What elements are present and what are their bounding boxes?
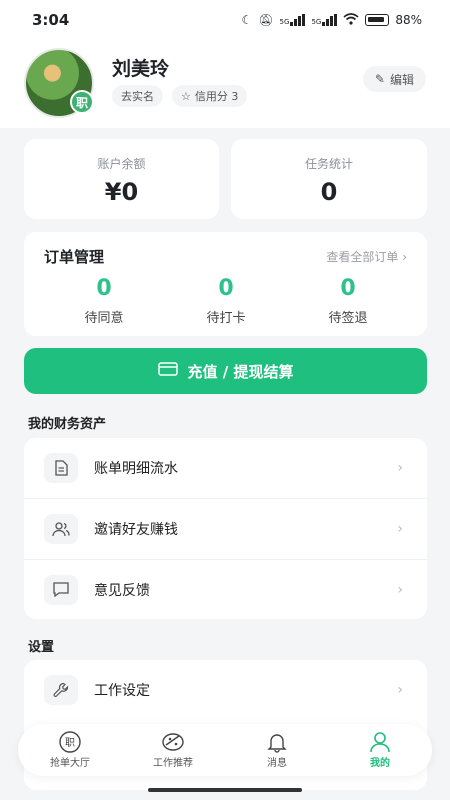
chevron-right-icon: › — [397, 460, 403, 476]
edit-label: 编辑 — [389, 72, 414, 87]
signal-icon: 5G — [280, 14, 306, 26]
order-status-pending-approval[interactable]: 0 待同意 — [44, 276, 164, 326]
signal-icon: 5G — [311, 14, 338, 26]
chevron-right-icon: › — [397, 581, 403, 598]
balance-label: 账户余额 — [97, 157, 146, 171]
menu-item-label: 账单明细流水 — [94, 461, 178, 477]
settings-section-title: 设置 — [28, 640, 55, 655]
tab-label: 消息 — [267, 758, 287, 769]
pencil-icon: ✎ — [374, 72, 385, 86]
status-icons: ☾ 🔕︎ 5G 5G 88% — [241, 12, 422, 28]
credit-score-tag: ☆ 信用分 3 — [172, 85, 248, 107]
chevron-right-icon: › — [397, 682, 403, 698]
tab-job-recommend[interactable]: 工作推荐 — [133, 730, 213, 769]
recharge-withdraw-button[interactable]: 充值 / 提现结算 — [24, 348, 427, 394]
bell-icon — [237, 730, 317, 754]
home-indicator[interactable] — [148, 788, 302, 792]
order-status-label: 待打卡 — [206, 311, 246, 326]
tasks-label: 任务统计 — [304, 157, 353, 171]
menu-item-label: 意见反馈 — [94, 582, 150, 599]
recharge-label: 充值 / 提现结算 — [187, 362, 294, 381]
job-icon: 职 — [30, 730, 110, 754]
tab-messages[interactable]: 消息 — [237, 730, 317, 769]
view-all-orders-label: 查看全部订单 — [326, 250, 399, 264]
user-icon — [340, 730, 420, 754]
star-icon: ☆ — [181, 89, 191, 103]
status-bar: 3:04 ☾ 🔕︎ 5G 5G 88% — [0, 0, 450, 40]
moon-icon: ☾ — [241, 13, 253, 27]
card-icon — [157, 362, 178, 380]
edit-button[interactable]: ✎ 编辑 — [362, 66, 426, 92]
battery-level: 88% — [395, 13, 422, 27]
finance-section-title: 我的财务资产 — [28, 417, 107, 432]
order-status-label: 待同意 — [84, 311, 124, 326]
order-status-pending-checkout[interactable]: 0 待签退 — [288, 276, 408, 326]
tasks-value: 0 — [320, 178, 338, 206]
tab-label: 我的 — [370, 758, 390, 769]
bottom-tab-bar: 职 抢单大厅 工作推荐 消息 我的 — [18, 724, 432, 776]
menu-item-feedback[interactable]: 意见反馈 › — [24, 559, 427, 619]
battery-icon — [365, 14, 390, 26]
chevron-right-icon: › — [402, 250, 407, 264]
menu-item-label: 工作设定 — [94, 683, 150, 699]
status-time: 3:04 — [32, 11, 70, 29]
tab-mine[interactable]: 我的 — [340, 730, 420, 769]
tab-label: 抢单大厅 — [50, 758, 90, 769]
order-count: 0 — [340, 276, 356, 301]
order-count: 0 — [218, 276, 234, 301]
menu-item-work-settings[interactable]: 工作设定 › — [24, 660, 427, 720]
job-badge: 职 — [70, 90, 94, 114]
menu-item-bill-details[interactable]: 账单明细流水 › — [24, 438, 427, 498]
order-management-card: 订单管理 查看全部订单 › 0 待同意 0 待打卡 0 待签退 — [24, 232, 427, 336]
message-icon — [44, 574, 78, 605]
orders-title: 订单管理 — [44, 248, 105, 266]
svg-text:职: 职 — [65, 737, 75, 749]
users-icon — [44, 513, 78, 544]
profile-header: 职 刘美玲 去实名 ☆ 信用分 3 ✎ 编辑 — [0, 40, 450, 128]
finance-menu: 账单明细流水 › 邀请好友赚钱 › 意见反馈 › — [24, 438, 427, 619]
chevron-right-icon: › — [397, 520, 403, 537]
tab-order-hall[interactable]: 职 抢单大厅 — [30, 730, 110, 769]
recommend-icon — [133, 730, 213, 754]
menu-item-invite-friends[interactable]: 邀请好友赚钱 › — [24, 498, 427, 558]
order-status-label: 待签退 — [328, 311, 368, 326]
realname-tag[interactable]: 去实名 — [112, 85, 163, 107]
view-all-orders-link[interactable]: 查看全部订单 › — [326, 248, 407, 265]
balance-card[interactable]: 账户余额 ¥0 — [24, 139, 219, 219]
order-status-pending-checkin[interactable]: 0 待打卡 — [166, 276, 286, 326]
order-count: 0 — [96, 276, 112, 301]
wifi-icon — [343, 12, 359, 28]
document-icon — [44, 453, 78, 483]
credit-score-label: 信用分 3 — [194, 90, 239, 103]
wrench-icon — [44, 675, 78, 705]
balance-value: ¥0 — [104, 178, 139, 206]
task-stats-card[interactable]: 任务统计 0 — [231, 139, 427, 219]
tab-label: 工作推荐 — [153, 758, 193, 769]
menu-item-label: 邀请好友赚钱 — [94, 521, 178, 538]
mute-icon: 🔕︎ — [258, 13, 274, 27]
user-name: 刘美玲 — [112, 58, 170, 80]
realname-label: 去实名 — [121, 90, 154, 103]
